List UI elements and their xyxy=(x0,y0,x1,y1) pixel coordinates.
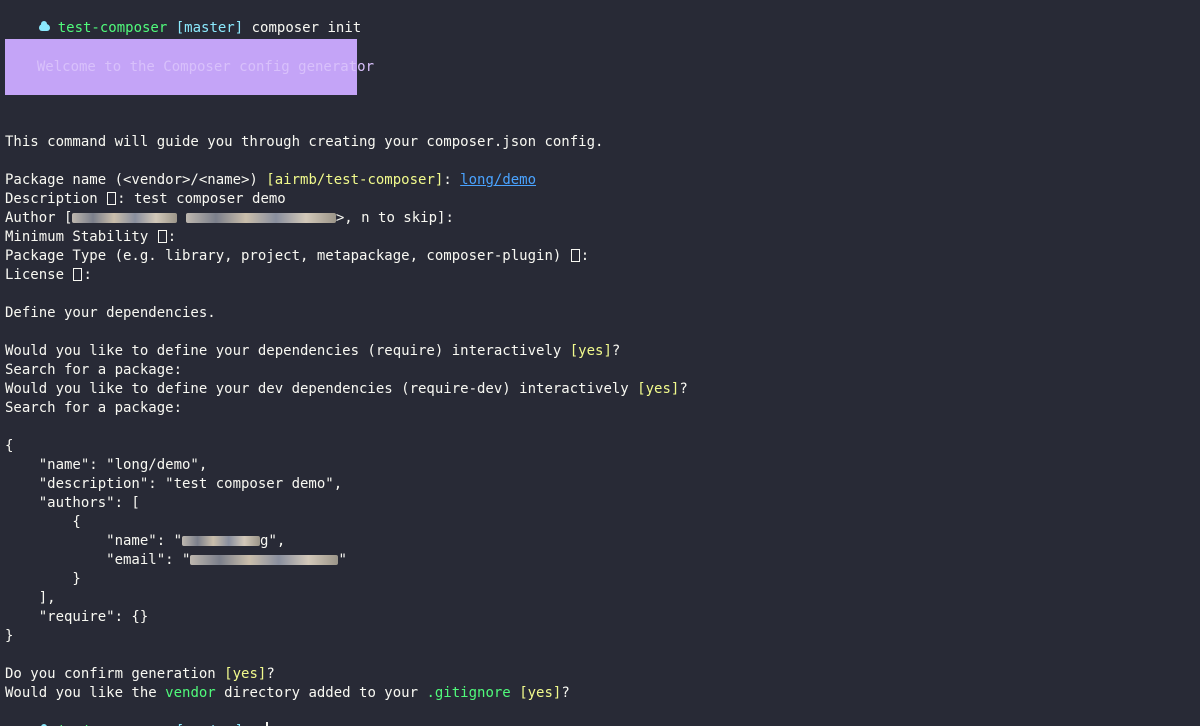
text-cursor xyxy=(266,722,269,726)
json-inner-close: } xyxy=(5,571,81,587)
json-author-email-prefix: "email": " xyxy=(5,552,191,568)
confirm-generation-default: [yes] xyxy=(224,666,267,682)
require-dev-question: Would you like to define your dev depend… xyxy=(5,381,688,397)
json-author-email-line: "email": " " xyxy=(5,551,347,570)
require-question-text: Would you like to define your dependenci… xyxy=(5,343,570,359)
empty-default-box xyxy=(570,249,580,262)
prompt-directory: test-composer xyxy=(57,20,168,36)
json-open-brace: { xyxy=(5,438,14,454)
question-mark: ? xyxy=(561,685,570,701)
description-label: Description xyxy=(5,191,107,207)
author-label: Author [ xyxy=(5,210,73,226)
search-package-line: Search for a package: xyxy=(5,362,183,378)
require-dev-question-text: Would you like to define your dev depend… xyxy=(5,381,638,397)
confirm-generation-question: Do you confirm generation [yes]? xyxy=(5,665,275,684)
license-question: License : xyxy=(5,267,92,283)
prompt-branch: [master] xyxy=(175,20,244,36)
min-stability-question: Minimum Stability : xyxy=(5,229,177,245)
description-answer: test composer demo xyxy=(134,191,286,207)
package-type-question: Package Type (e.g. library, project, met… xyxy=(5,248,590,264)
gitignore-file: .gitignore xyxy=(426,685,511,701)
json-authors-close: ], xyxy=(5,590,56,606)
prompt-line[interactable]: test-composer [master] ⚡ xyxy=(5,703,269,726)
empty-default-box xyxy=(157,230,167,243)
json-author-name-suffix: g", xyxy=(260,533,286,549)
require-default: [yes] xyxy=(569,343,612,359)
json-inner-open: { xyxy=(5,514,81,530)
redacted-json-author-name xyxy=(182,536,261,546)
redacted-author-email xyxy=(185,213,336,223)
package-name-answer[interactable]: long/demo xyxy=(460,172,536,188)
define-deps-text: Define your dependencies. xyxy=(5,305,216,321)
redacted-author-name xyxy=(72,213,178,223)
json-name-line: "name": "long/demo", xyxy=(5,457,208,473)
package-type-label: Package Type (e.g. library, project, met… xyxy=(5,248,570,264)
cloud-icon xyxy=(38,21,50,31)
gitignore-default: [yes] xyxy=(519,685,562,701)
json-author-name-line: "name": " g", xyxy=(5,532,285,551)
redacted-json-author-email xyxy=(190,555,339,565)
author-question: Author [ >, n to skip]: xyxy=(5,209,454,228)
gitignore-question: Would you like the vendor directory adde… xyxy=(5,684,570,703)
json-author-email-suffix: " xyxy=(338,552,347,568)
confirm-generation-text: Do you confirm generation xyxy=(5,666,225,682)
empty-default-box xyxy=(107,192,117,205)
package-name-question: Package name (<vendor>/<name>) [airmb/te… xyxy=(5,172,537,188)
vendor-word: vendor xyxy=(165,685,216,701)
json-author-name-prefix: "name": " xyxy=(5,533,183,549)
json-close-brace: } xyxy=(5,628,14,644)
json-require-line: "require": {} xyxy=(5,609,149,625)
gitignore-prefix: Would you like the xyxy=(5,685,166,701)
intro-text: This command will guide you through crea… xyxy=(5,134,604,150)
terminal-window[interactable]: test-composer [master] composer init Wel… xyxy=(0,0,1200,726)
require-dev-default: [yes] xyxy=(637,381,680,397)
package-name-label: Package name (<vendor>/<name>) xyxy=(5,172,267,188)
gitignore-middle: directory added to your xyxy=(215,685,427,701)
prompt-command: composer init xyxy=(251,20,362,36)
package-name-default: [airmb/test-composer] xyxy=(266,172,444,188)
json-description-line: "description": "test composer demo", xyxy=(5,476,343,492)
license-label: License xyxy=(5,267,73,283)
search-package-line: Search for a package: xyxy=(5,400,183,416)
question-mark: ? xyxy=(266,666,275,682)
min-stability-label: Minimum Stability xyxy=(5,229,157,245)
welcome-banner: Welcome to the Composer config generator xyxy=(5,39,374,95)
empty-default-box xyxy=(73,268,83,281)
json-authors-line: "authors": [ xyxy=(5,495,140,511)
require-question: Would you like to define your dependenci… xyxy=(5,343,621,359)
author-suffix: >, n to skip]: xyxy=(335,210,454,226)
description-question: Description : test composer demo xyxy=(5,191,286,207)
prompt-line: test-composer [master] composer init xyxy=(5,0,361,36)
